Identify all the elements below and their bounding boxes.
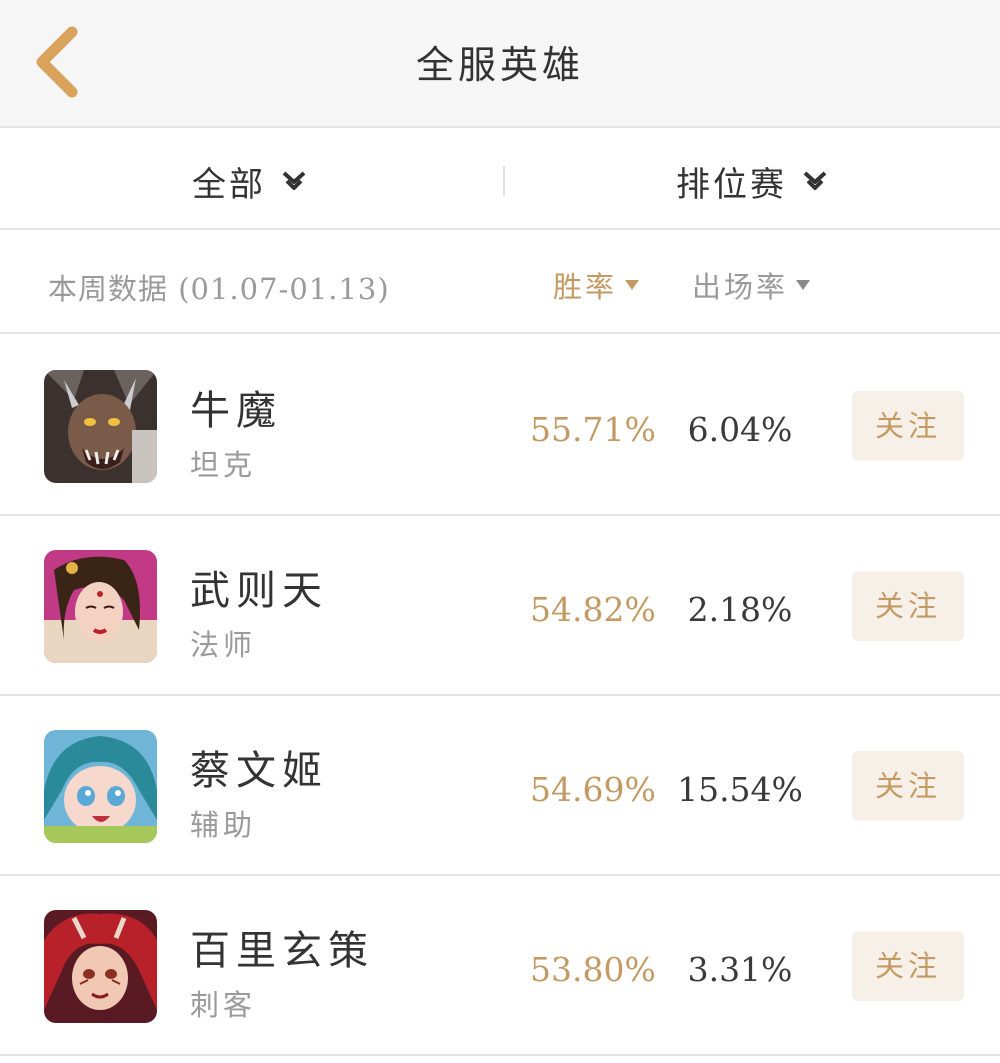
header-bar: 全服英雄 [0,0,1000,128]
sort-pick-label: 出场率 [692,270,789,304]
hero-avatar [44,730,157,843]
mode-filter-label: 排位赛 [676,164,787,205]
mode-filter-dropdown[interactable]: 排位赛 [676,156,829,206]
filter-divider [503,166,505,196]
hero-name: 百里玄策 [190,928,374,974]
hero-win-rate: 54.82% [530,590,656,629]
page-title: 全服英雄 [415,43,584,87]
sort-by-win-rate[interactable]: 胜率 [553,264,640,306]
hero-win-rate: 55.71% [530,410,656,449]
follow-button[interactable]: 关注 [852,931,964,1001]
hero-win-rate: 54.69% [530,770,656,809]
week-range-label: 本周数据 (01.07-01.13) [48,272,390,306]
hero-avatar [44,550,157,663]
category-filter-label: 全部 [192,164,266,205]
sort-win-label: 胜率 [553,270,618,304]
hero-avatar [44,370,157,483]
hero-win-rate: 53.80% [530,950,656,989]
stats-header: 本周数据 (01.07-01.13) 胜率 出场率 [0,232,1000,334]
hero-row[interactable]: 蔡文姬 辅助 54.69% 15.54% 关注 [0,696,1000,876]
follow-button[interactable]: 关注 [852,751,964,821]
hero-name: 蔡文姬 [190,748,328,794]
follow-button[interactable]: 关注 [852,571,964,641]
hero-role: 坦克 [190,448,257,482]
hero-pick-rate: 2.18% [687,590,793,629]
double-chevron-down-icon [803,171,827,190]
double-chevron-down-icon [282,171,306,190]
filter-bar: 全部 排位赛 [0,130,1000,230]
hero-pick-rate: 3.31% [687,950,793,989]
triangle-down-icon [625,280,640,290]
hero-role: 法师 [190,628,257,662]
hero-name: 武则天 [190,568,328,614]
hero-role: 刺客 [190,988,257,1022]
hero-pick-rate: 6.04% [687,410,793,449]
hero-pick-rate: 15.54% [677,770,803,809]
hero-row[interactable]: 武则天 法师 54.82% 2.18% 关注 [0,516,1000,696]
follow-button[interactable]: 关注 [852,391,964,461]
hero-name: 牛魔 [190,388,282,434]
hero-row[interactable]: 牛魔 坦克 55.71% 6.04% 关注 [0,336,1000,516]
hero-avatar [44,910,157,1023]
hero-role: 辅助 [190,808,257,842]
triangle-down-icon [796,280,811,290]
hero-row[interactable]: 百里玄策 刺客 53.80% 3.31% 关注 [0,876,1000,1056]
category-filter-dropdown[interactable]: 全部 [192,156,308,206]
sort-by-pick-rate[interactable]: 出场率 [692,264,811,306]
